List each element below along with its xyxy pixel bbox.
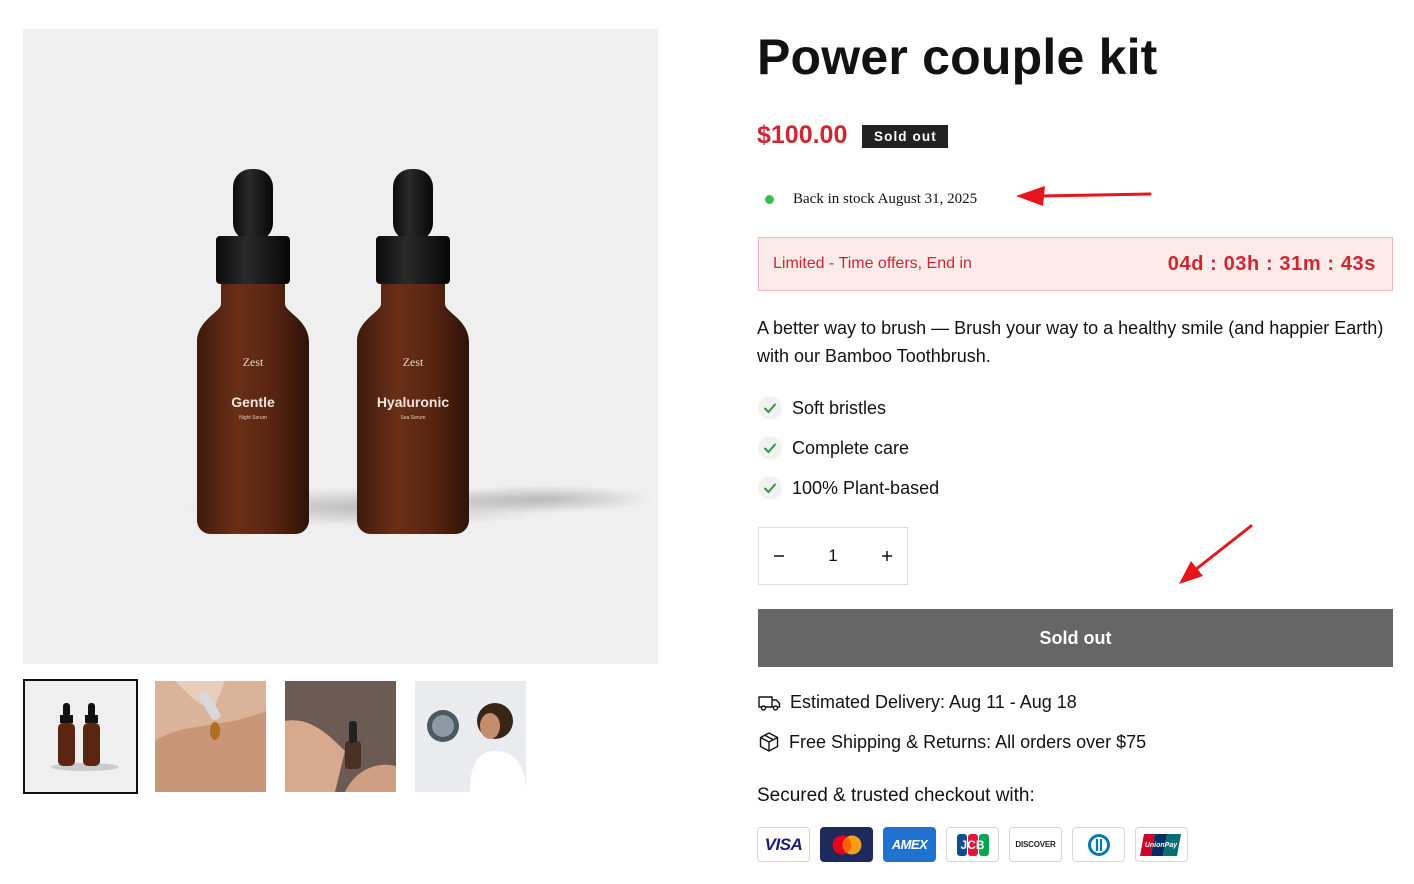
sold-out-button[interactable]: Sold out — [758, 609, 1393, 667]
check-icon — [758, 476, 782, 500]
secure-checkout-heading: Secured & trusted checkout with: — [757, 785, 1035, 806]
mastercard-icon — [820, 827, 873, 862]
thumbnail-1[interactable] — [23, 679, 138, 794]
estimated-delivery-row: Estimated Delivery: Aug 11 - Aug 18 — [758, 692, 1077, 713]
feature-item: Soft bristles — [758, 393, 939, 423]
svg-text:Zest: Zest — [243, 355, 264, 369]
thumbnail-3[interactable] — [285, 681, 396, 792]
truck-icon — [758, 695, 781, 711]
visa-icon: VISA — [757, 827, 810, 862]
feature-list: Soft bristles Complete care 100% Plant-b… — [758, 393, 939, 513]
product-description: A better way to brush — Brush your way t… — [757, 318, 1384, 366]
stock-status: Back in stock August 31, 2025 — [765, 191, 977, 208]
limited-offer-banner: Limited - Time offers, End in 04d : 03h … — [758, 237, 1393, 291]
minus-icon — [774, 555, 784, 557]
discover-icon: DISCOVER — [1009, 827, 1062, 862]
offer-label: Limited - Time offers, End in — [773, 255, 972, 272]
svg-text:Hyaluronic: Hyaluronic — [377, 394, 450, 410]
svg-text:Night Serum: Night Serum — [239, 415, 267, 421]
payment-methods: VISA AMEX JCB DISCOVER UnionPay — [757, 827, 1198, 862]
countdown-timer: 04d : 03h : 31m : 43s — [1167, 252, 1376, 275]
svg-text:Zest: Zest — [403, 355, 424, 369]
sold-out-badge: Sold out — [862, 125, 948, 148]
package-icon — [759, 732, 779, 752]
feature-label: Complete care — [792, 437, 910, 458]
quantity-input[interactable] — [808, 546, 858, 566]
unionpay-icon: UnionPay — [1135, 827, 1188, 862]
annotation-arrow-button — [1179, 524, 1253, 584]
svg-text:Sea Serum: Sea Serum — [400, 415, 425, 421]
jcb-icon: JCB — [946, 827, 999, 862]
thumbnail-2[interactable] — [155, 681, 266, 792]
right-bottle: Zest Hyaluronic Sea Serum — [357, 169, 469, 534]
feature-label: 100% Plant-based — [792, 477, 940, 498]
product-title: Power couple kit — [757, 29, 1158, 85]
shipping-text: Free Shipping & Returns: All orders over… — [789, 731, 1147, 752]
amex-icon: AMEX — [883, 827, 936, 862]
serum-bottles-image: Zest Gentle Night Serum Zest Hyaluronic … — [183, 169, 653, 534]
svg-text:UnionPay: UnionPay — [1144, 842, 1177, 849]
delivery-text: Estimated Delivery: Aug 11 - Aug 18 — [790, 692, 1077, 712]
back-in-stock-text: Back in stock August 31, 2025 — [793, 191, 978, 207]
quantity-stepper — [758, 527, 908, 585]
feature-label: Soft bristles — [792, 397, 887, 418]
free-shipping-row: Free Shipping & Returns: All orders over… — [758, 731, 1146, 753]
check-icon — [758, 436, 782, 460]
thumbnail-4[interactable] — [415, 681, 526, 792]
product-price: $100.00 — [757, 121, 848, 149]
feature-item: Complete care — [758, 433, 939, 463]
increase-quantity-button[interactable] — [867, 528, 907, 584]
feature-item: 100% Plant-based — [758, 473, 939, 503]
svg-text:Gentle: Gentle — [231, 394, 275, 410]
check-icon — [758, 396, 782, 420]
plus-icon — [882, 551, 892, 561]
stock-dot-icon — [765, 195, 774, 204]
left-bottle: Zest Gentle Night Serum — [197, 169, 309, 534]
annotation-arrow-stock — [1016, 186, 1152, 206]
decrease-quantity-button[interactable] — [759, 528, 799, 584]
diners-club-icon — [1072, 827, 1125, 862]
main-product-image[interactable]: Zest Gentle Night Serum Zest Hyaluronic … — [23, 29, 658, 664]
